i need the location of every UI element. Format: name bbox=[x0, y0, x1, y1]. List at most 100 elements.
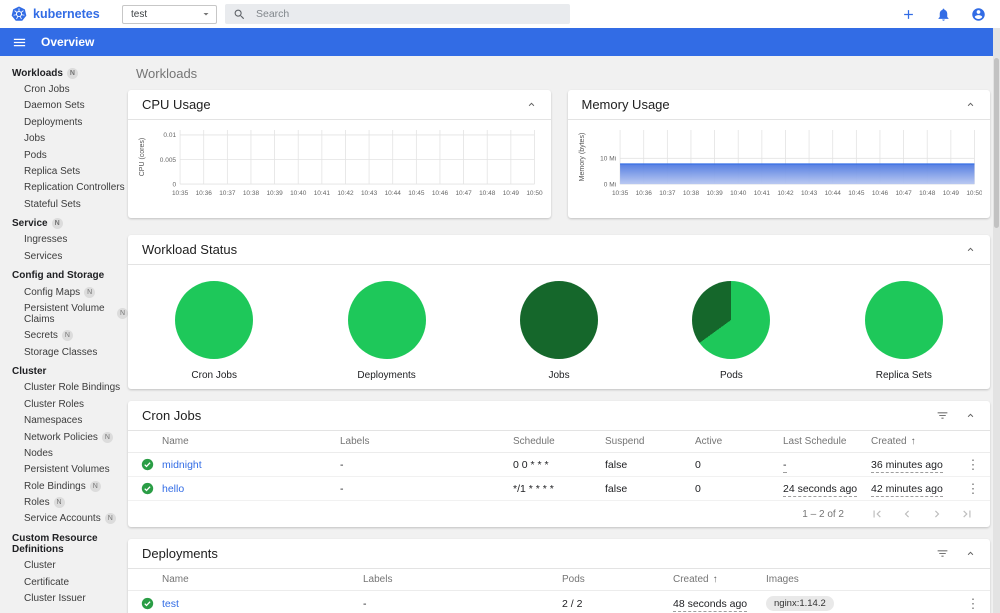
namespaced-badge: N bbox=[84, 286, 96, 298]
sidebar-item-cluster-roles[interactable]: Cluster Roles bbox=[0, 396, 128, 412]
sidebar-item-config-maps[interactable]: Config Maps N bbox=[0, 284, 128, 300]
cpu-usage-title: CPU Usage bbox=[142, 97, 211, 112]
next-page-icon[interactable] bbox=[930, 507, 944, 521]
cron-jobs-card: Cron Jobs Name Labels Schedule Suspend A… bbox=[128, 401, 990, 528]
collapse-chevron-up-icon[interactable] bbox=[526, 99, 537, 110]
svg-text:10:43: 10:43 bbox=[361, 190, 378, 197]
cron-job-link[interactable]: midnight bbox=[162, 459, 340, 471]
cell-schedule: */1 * * * * bbox=[513, 482, 554, 495]
sidebar-item-replication-controllers[interactable]: Replication Controllers bbox=[0, 180, 128, 196]
sidebar-item-roles[interactable]: Roles N bbox=[0, 494, 128, 510]
collapse-chevron-up-icon[interactable] bbox=[965, 244, 976, 255]
table-row: hello - */1 * * * * false 0 24 seconds a… bbox=[128, 477, 990, 502]
svg-text:10:37: 10:37 bbox=[219, 190, 236, 197]
row-menu-icon[interactable]: ⋮ bbox=[967, 458, 980, 471]
image-chip: nginx:1.14.2 bbox=[766, 596, 834, 612]
sidebar-section-cluster[interactable]: Cluster bbox=[0, 363, 128, 379]
sidebar-item-service-accounts[interactable]: Service Accounts N bbox=[0, 511, 128, 527]
chevron-down-icon bbox=[200, 8, 212, 20]
sidebar-item-jobs[interactable]: Jobs bbox=[0, 131, 128, 147]
collapse-chevron-up-icon[interactable] bbox=[965, 548, 976, 559]
svg-text:10:35: 10:35 bbox=[172, 190, 189, 197]
svg-text:0.005: 0.005 bbox=[160, 157, 177, 164]
row-menu-icon[interactable]: ⋮ bbox=[967, 482, 980, 495]
app-header: kubernetes test bbox=[0, 0, 1000, 28]
filter-icon[interactable] bbox=[936, 547, 949, 560]
workload-status-title: Workload Status bbox=[142, 242, 238, 258]
namespace-select-value: test bbox=[131, 8, 148, 20]
notifications-bell-icon[interactable] bbox=[936, 7, 951, 22]
sidebar-item-crd-cluster-issuer[interactable]: Cluster Issuer bbox=[0, 590, 128, 606]
row-menu-icon[interactable]: ⋮ bbox=[967, 597, 980, 610]
table-row: test - 2 / 2 48 seconds ago nginx:1.14.2… bbox=[128, 591, 990, 613]
sidebar-item-cluster-role-bindings[interactable]: Cluster Role Bindings bbox=[0, 380, 128, 396]
namespace-select[interactable]: test bbox=[122, 4, 217, 24]
column-header-name[interactable]: Name bbox=[162, 436, 340, 447]
pods-pie-group: Pods bbox=[645, 281, 817, 381]
memory-usage-chart: 10:35 10:36 10:37 10:38 10:39 10:40 10:41 10:42… bbox=[568, 120, 991, 218]
status-ok-icon bbox=[141, 597, 162, 610]
svg-text:10:44: 10:44 bbox=[824, 190, 841, 197]
sidebar-item-persistent-volumes[interactable]: Persistent Volumes bbox=[0, 462, 128, 478]
filter-icon[interactable] bbox=[936, 409, 949, 422]
cell-labels: - bbox=[340, 482, 344, 495]
svg-text:10:46: 10:46 bbox=[871, 190, 888, 197]
scrollbar[interactable] bbox=[993, 28, 1000, 613]
pods-pie-chart bbox=[692, 281, 771, 360]
svg-text:10:40: 10:40 bbox=[290, 190, 307, 197]
column-header-created[interactable]: Created ↑ bbox=[871, 436, 956, 447]
svg-text:0: 0 bbox=[172, 181, 176, 188]
sort-ascending-icon: ↑ bbox=[712, 574, 718, 586]
sidebar-item-namespaces[interactable]: Namespaces bbox=[0, 413, 128, 429]
cell-created: 48 seconds ago bbox=[673, 597, 748, 612]
sidebar-item-pods[interactable]: Pods bbox=[0, 147, 128, 163]
last-page-icon[interactable] bbox=[960, 507, 974, 521]
sidebar-item-crd-cluster[interactable]: Cluster bbox=[0, 558, 128, 574]
replica-sets-pie-group: Replica Sets bbox=[818, 281, 990, 381]
search-input[interactable] bbox=[256, 8, 562, 20]
column-header-name[interactable]: Name bbox=[162, 574, 363, 585]
scrollbar-thumb[interactable] bbox=[994, 58, 999, 228]
sidebar-item-deployments[interactable]: Deployments bbox=[0, 114, 128, 130]
kubernetes-logo-icon bbox=[10, 5, 28, 23]
sidebar-item-crd-certificate[interactable]: Certificate bbox=[0, 574, 128, 590]
sidebar-item-replica-sets[interactable]: Replica Sets bbox=[0, 163, 128, 179]
sidebar-item-storage-classes[interactable]: Storage Classes bbox=[0, 344, 128, 360]
sidebar-item-services[interactable]: Services bbox=[0, 248, 128, 264]
sidebar-item-service[interactable]: Service N bbox=[0, 215, 128, 231]
sidebar-item-secrets[interactable]: Secrets N bbox=[0, 328, 128, 344]
sidebar-item-cron-jobs[interactable]: Cron Jobs bbox=[0, 81, 128, 97]
kubernetes-logo[interactable]: kubernetes bbox=[10, 5, 122, 23]
sidebar-item-nodes[interactable]: Nodes bbox=[0, 445, 128, 461]
page-toolbar: Overview bbox=[0, 28, 1000, 56]
collapse-chevron-up-icon[interactable] bbox=[965, 410, 976, 421]
sidebar-section-custom-resource-definitions[interactable]: Custom Resource Definitions bbox=[0, 530, 128, 557]
sidebar-item-role-bindings[interactable]: Role Bindings N bbox=[0, 478, 128, 494]
sidebar-item-workloads[interactable]: Workloads N bbox=[0, 65, 128, 81]
pie-label: Replica Sets bbox=[875, 370, 932, 382]
collapse-chevron-up-icon[interactable] bbox=[965, 99, 976, 110]
cpu-usage-card: CPU Usage 10:35 10:36 10:37 10:38 10:39 10:40… bbox=[128, 90, 551, 219]
header-actions bbox=[901, 7, 986, 22]
cell-created: 36 minutes ago bbox=[871, 458, 943, 473]
sidebar-item-network-policies[interactable]: Network Policies N bbox=[0, 429, 128, 445]
pagination: 1 – 2 of 2 bbox=[128, 501, 990, 527]
sidebar-item-persistent-volume-claims[interactable]: Persistent Volume Claims N bbox=[0, 300, 128, 327]
cron-job-link[interactable]: hello bbox=[162, 483, 340, 495]
first-page-icon[interactable] bbox=[870, 507, 884, 521]
sidebar-item-daemon-sets[interactable]: Daemon Sets bbox=[0, 98, 128, 114]
usage-charts-row: CPU Usage 10:35 10:36 10:37 10:38 10:39 10:40… bbox=[128, 90, 991, 219]
previous-page-icon[interactable] bbox=[900, 507, 914, 521]
sidebar-section-config-and-storage[interactable]: Config and Storage bbox=[0, 268, 128, 284]
cell-schedule: 0 0 * * * bbox=[513, 458, 549, 471]
create-resource-button[interactable] bbox=[901, 7, 916, 22]
deployment-link[interactable]: test bbox=[162, 598, 363, 610]
user-account-icon[interactable] bbox=[971, 7, 986, 22]
page-title: Workloads bbox=[136, 66, 198, 81]
column-header-created[interactable]: Created ↑ bbox=[673, 574, 766, 585]
kubernetes-dashboard: kubernetes test Search Overview Workload… bbox=[0, 0, 1000, 613]
sidebar-item-ingresses[interactable]: Ingresses bbox=[0, 232, 128, 248]
menu-hamburger-icon[interactable] bbox=[12, 35, 27, 50]
sidebar-nav: Workloads N Cron Jobs Daemon Sets Deploy… bbox=[0, 56, 128, 613]
sidebar-item-stateful-sets[interactable]: Stateful Sets bbox=[0, 196, 128, 212]
